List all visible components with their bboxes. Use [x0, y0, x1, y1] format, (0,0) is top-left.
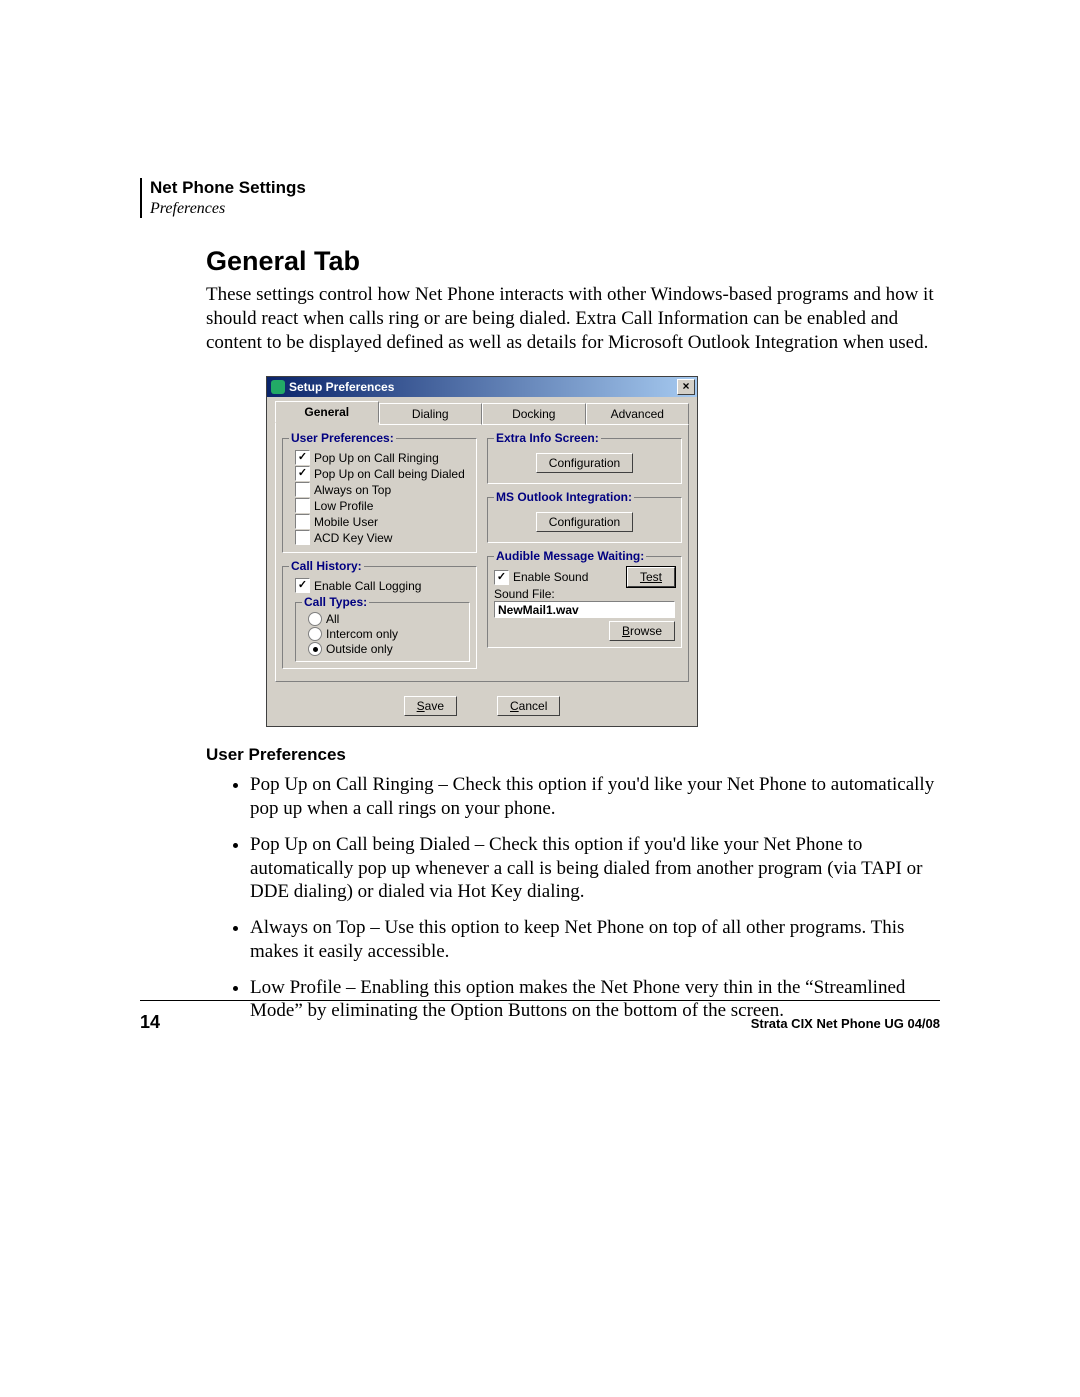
label-radio-all: All — [326, 612, 339, 626]
tabs-row: General Dialing Docking Advanced — [267, 397, 697, 423]
tab-advanced[interactable]: Advanced — [586, 403, 690, 425]
intro-paragraph: These settings control how Net Phone int… — [206, 283, 940, 354]
label-radio-outside: Outside only — [326, 642, 393, 656]
list-item: Pop Up on Call being Dialed – Check this… — [250, 833, 940, 904]
tab-general[interactable]: General — [275, 401, 379, 423]
save-button[interactable]: Save — [404, 696, 457, 716]
label-enable-sound: Enable Sound — [513, 570, 588, 584]
legend-call-types: Call Types: — [302, 595, 369, 609]
footer-rule — [140, 1000, 940, 1001]
close-button[interactable]: × — [677, 379, 695, 395]
group-outlook: MS Outlook Integration: Configuration — [487, 490, 682, 543]
radio-outside[interactable] — [308, 642, 322, 656]
tab-docking[interactable]: Docking — [482, 403, 586, 425]
page-footer: 14 Strata CIX Net Phone UG 04/08 — [140, 1012, 940, 1033]
sound-file-input[interactable] — [494, 601, 675, 618]
label-sound-file: Sound File: — [494, 587, 675, 601]
page-number: 14 — [140, 1012, 160, 1033]
bullet-list: Pop Up on Call Ringing – Check this opti… — [206, 773, 940, 1023]
header-section-title: Net Phone Settings — [150, 178, 940, 198]
checkbox-enable-sound[interactable]: ✓ — [494, 570, 509, 585]
dialog-title: Setup Preferences — [289, 380, 394, 394]
group-call-types: Call Types: All Intercom only Outside on… — [295, 595, 470, 662]
label-radio-intercom: Intercom only — [326, 627, 398, 641]
radio-intercom[interactable] — [308, 627, 322, 641]
legend-audible: Audible Message Waiting: — [494, 549, 646, 563]
app-icon — [271, 380, 285, 394]
tab-dialing[interactable]: Dialing — [379, 403, 483, 425]
checkbox-enable-logging[interactable]: ✓ — [295, 578, 310, 593]
group-user-preferences: User Preferences: ✓ Pop Up on Call Ringin… — [282, 431, 477, 553]
dialog-titlebar: Setup Preferences × — [267, 377, 697, 397]
group-call-history: Call History: ✓ Enable Call Logging Call … — [282, 559, 477, 669]
legend-call-history: Call History: — [289, 559, 364, 573]
checkbox-popup-ring[interactable]: ✓ — [295, 450, 310, 465]
checkbox-popup-dialed[interactable]: ✓ — [295, 466, 310, 481]
subheading-user-preferences: User Preferences — [206, 745, 940, 765]
label-acd-key: ACD Key View — [314, 531, 392, 545]
list-item: Always on Top – Use this option to keep … — [250, 916, 940, 964]
page-header: Net Phone Settings Preferences — [140, 178, 940, 218]
checkbox-always-top[interactable] — [295, 482, 310, 497]
setup-preferences-dialog: Setup Preferences × General Dialing Dock… — [266, 376, 698, 727]
extra-info-config-button[interactable]: Configuration — [536, 453, 633, 473]
legend-extra-info: Extra Info Screen: — [494, 431, 601, 445]
footer-doc-title: Strata CIX Net Phone UG 04/08 — [751, 1016, 940, 1031]
outlook-config-button[interactable]: Configuration — [536, 512, 633, 532]
checkbox-acd-key[interactable] — [295, 530, 310, 545]
page-title: General Tab — [206, 246, 940, 277]
label-enable-logging: Enable Call Logging — [314, 579, 421, 593]
browse-button[interactable]: Browse — [609, 621, 675, 641]
label-popup-dialed: Pop Up on Call being Dialed — [314, 467, 465, 481]
checkbox-mobile-user[interactable] — [295, 514, 310, 529]
label-always-top: Always on Top — [314, 483, 391, 497]
label-popup-ring: Pop Up on Call Ringing — [314, 451, 439, 465]
legend-user-preferences: User Preferences: — [289, 431, 396, 445]
radio-all[interactable] — [308, 612, 322, 626]
group-extra-info: Extra Info Screen: Configuration — [487, 431, 682, 484]
test-button[interactable]: Test — [627, 567, 675, 587]
label-mobile-user: Mobile User — [314, 515, 378, 529]
checkbox-low-profile[interactable] — [295, 498, 310, 513]
list-item: Pop Up on Call Ringing – Check this opti… — [250, 773, 940, 821]
header-subtitle: Preferences — [150, 200, 940, 218]
legend-outlook: MS Outlook Integration: — [494, 490, 634, 504]
label-low-profile: Low Profile — [314, 499, 373, 513]
cancel-button[interactable]: Cancel — [497, 696, 560, 716]
group-audible: Audible Message Waiting: ✓ Enable Sound T… — [487, 549, 682, 648]
